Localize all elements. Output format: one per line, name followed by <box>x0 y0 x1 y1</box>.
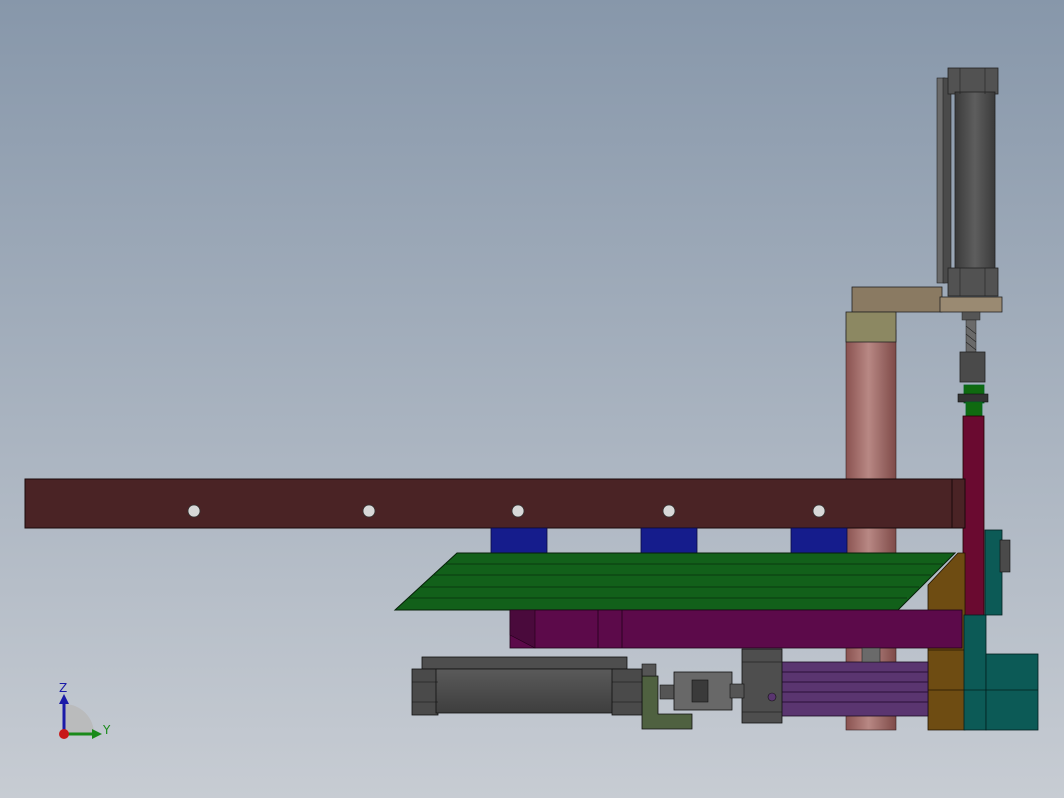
blue-pads <box>490 527 848 554</box>
slide-end-block <box>741 648 783 724</box>
long-beam <box>24 478 966 529</box>
beam-hole <box>812 504 826 518</box>
beam-hole <box>187 504 201 518</box>
beam-hole <box>362 504 376 518</box>
cad-viewport[interactable]: Z Y <box>0 0 1064 798</box>
beam-hole <box>511 504 525 518</box>
y-axis-label: Y <box>102 723 111 737</box>
z-axis-label: Z <box>59 681 67 695</box>
vertical-post <box>962 415 985 617</box>
purple-bar <box>509 609 963 649</box>
blue-pad <box>490 527 548 554</box>
assembly-side-view: Z Y <box>0 0 1064 798</box>
blue-pad <box>640 527 698 554</box>
beam-hole <box>662 504 676 518</box>
vertical-cylinder <box>936 67 999 297</box>
green-plate <box>393 552 957 611</box>
horizontal-cylinder <box>411 656 643 716</box>
blue-pad <box>790 527 848 554</box>
